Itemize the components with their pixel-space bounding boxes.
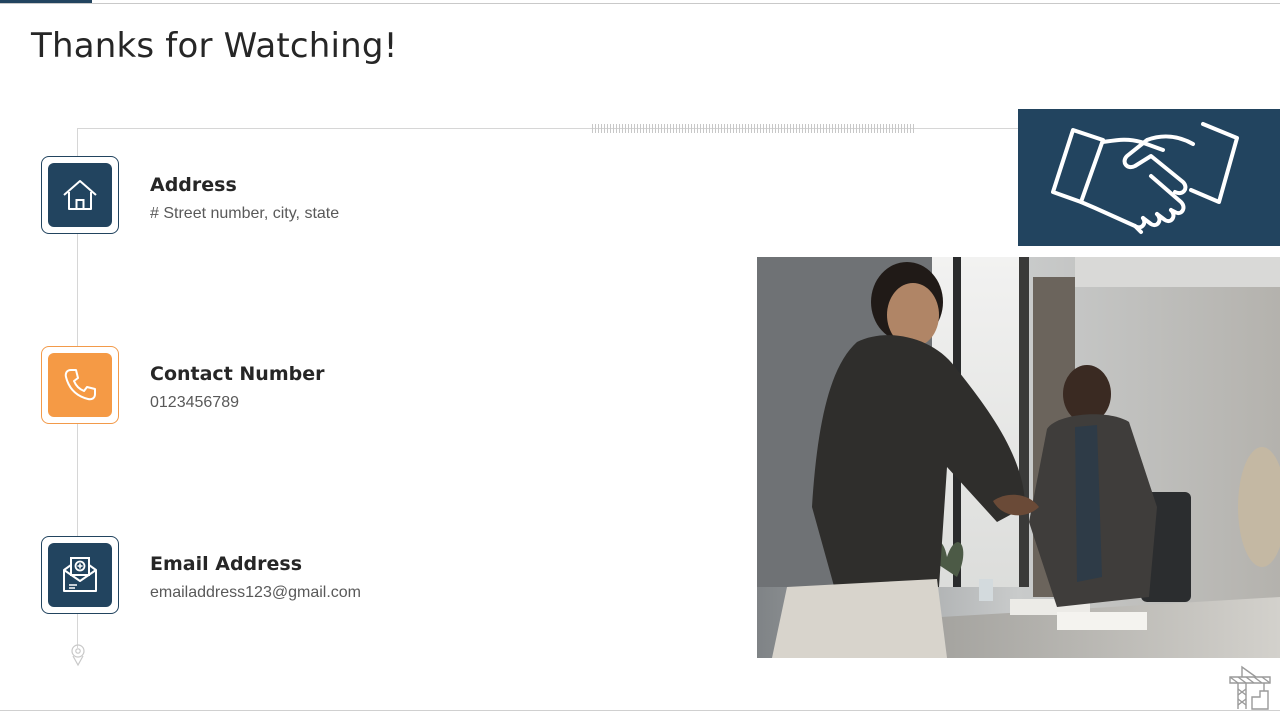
timeline-tick-marks xyxy=(592,124,914,133)
envelope-icon xyxy=(63,557,97,592)
address-icon-frame xyxy=(41,156,119,234)
handshake-photo xyxy=(757,257,1280,658)
bottom-rule xyxy=(0,710,1280,711)
handshake-icon xyxy=(1051,121,1239,234)
email-icon-frame xyxy=(41,536,119,614)
email-title: Email Address xyxy=(150,553,303,575)
map-pin-icon xyxy=(71,644,85,667)
contact-number-title: Contact Number xyxy=(150,363,325,385)
crane-logo-icon xyxy=(1229,665,1271,710)
handshake-banner xyxy=(1018,109,1280,246)
phone-icon-frame xyxy=(41,346,119,424)
address-value: # Street number, city, state xyxy=(150,205,340,222)
top-rule xyxy=(0,3,1280,4)
email-icon-tile xyxy=(48,543,112,607)
email-value: emailaddress123@gmail.com xyxy=(150,584,361,601)
phone-icon-tile xyxy=(48,353,112,417)
contact-number-value: 0123456789 xyxy=(150,394,239,411)
page-title: Thanks for Watching! xyxy=(31,26,398,66)
phone-icon xyxy=(64,369,96,401)
address-icon-tile xyxy=(48,163,112,227)
house-icon xyxy=(63,180,97,210)
address-title: Address xyxy=(150,174,237,196)
